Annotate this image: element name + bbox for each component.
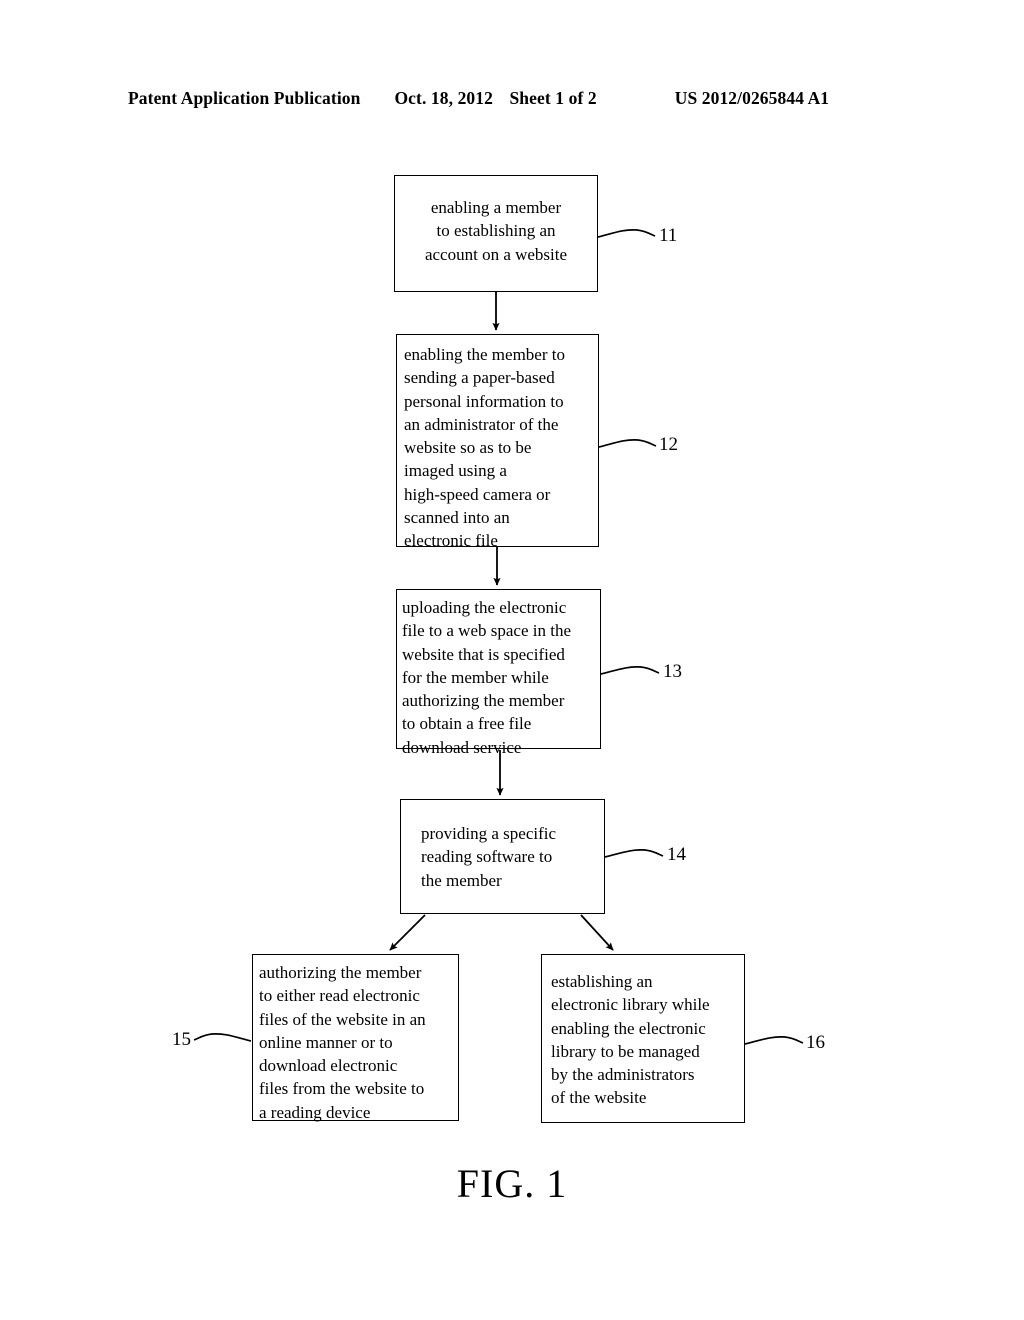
leader-line-11	[597, 229, 656, 238]
leader-line-16	[744, 1036, 804, 1045]
flowchart-step-16: establishing an electronic library while…	[541, 954, 745, 1123]
flowchart-step-11: enabling a member to establishing an acc…	[394, 175, 598, 292]
leader-line-13	[600, 666, 660, 675]
arrow-14-to-15	[389, 914, 426, 951]
flowchart-step-13: uploading the electronic file to a web s…	[396, 589, 601, 757]
page-header: Patent Application Publication Oct. 18, …	[128, 88, 888, 114]
flowchart-step-14-text: providing a specific reading software to…	[421, 824, 557, 890]
leader-line-14	[604, 849, 664, 858]
reference-numeral-16: 16	[806, 1032, 825, 1053]
publication-date: Oct. 18, 2012	[394, 88, 493, 108]
reference-numeral-11: 11	[659, 225, 678, 246]
reference-numeral-12: 12	[659, 434, 678, 455]
leader-line-15	[193, 1033, 252, 1042]
reference-numeral-13: 13	[663, 661, 682, 682]
flowchart-step-14: providing a specific reading software to…	[400, 799, 605, 914]
flowchart-step-16-text: establishing an electronic library while…	[551, 972, 710, 1108]
document-number: US 2012/0265844 A1	[674, 88, 830, 108]
patent-drawing-page: Patent Application Publication Oct. 18, …	[0, 0, 1024, 1320]
flowchart-step-15-text: authorizing the member to either read el…	[259, 963, 426, 1122]
flowchart-step-12-text: enabling the member to sending a paper-b…	[404, 345, 565, 551]
sheet-number: Sheet 1 of 2	[509, 88, 597, 108]
reference-numeral-14: 14	[667, 844, 686, 865]
reference-numeral-15: 15	[172, 1029, 191, 1050]
flowchart-step-13-text: uploading the electronic file to a web s…	[402, 598, 571, 757]
flowchart-step-11-text: enabling a member to establishing an acc…	[424, 198, 568, 264]
leader-line-12	[598, 439, 657, 448]
publication-title: Patent Application Publication	[128, 88, 361, 108]
arrow-14-to-16	[580, 914, 614, 951]
figure-caption: FIG. 1	[456, 1161, 568, 1206]
flowchart-step-12: enabling the member to sending a paper-b…	[396, 334, 599, 550]
flowchart-step-15: authorizing the member to either read el…	[252, 954, 459, 1122]
publication-date-sheet: Oct. 18, 2012 Sheet 1 of 2	[394, 88, 596, 109]
